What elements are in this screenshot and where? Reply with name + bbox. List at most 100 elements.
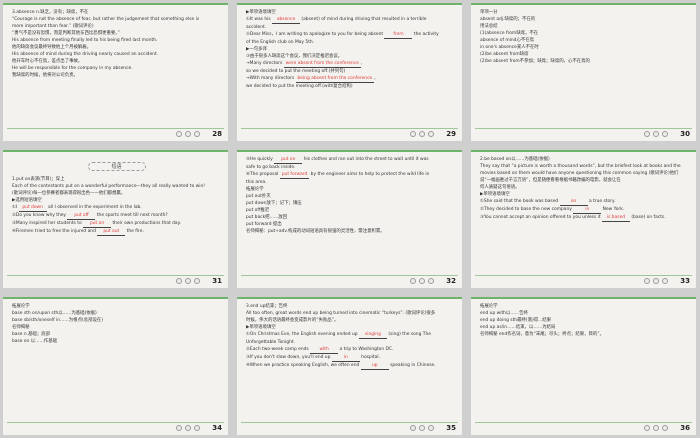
text-segment: 用法总结 bbox=[480, 24, 498, 29]
text-line: put off推迟 bbox=[246, 207, 455, 214]
home-dot-icon[interactable] bbox=[653, 425, 659, 431]
text-segment: ①On Christmas Eve, the English evening e… bbox=[246, 332, 359, 337]
slide-thumbnail-5[interactable]: ⑤He quickly put on his clothes and ran o… bbox=[237, 150, 462, 288]
home-dot-icon[interactable] bbox=[419, 278, 425, 284]
prev-dot-icon[interactable] bbox=[410, 425, 416, 431]
slide-content: 单项一分 absent adj.缺席的；不在的 用法总结 (1)absence fro… bbox=[480, 9, 689, 125]
text-line: 名师揭秘 end作名词，意为“末尾；尽头；终点；结果，目的”。 bbox=[480, 331, 689, 338]
text-segment: “Courage is not the absence of fear, but… bbox=[12, 17, 200, 22]
text-segment: a true story. bbox=[587, 199, 616, 204]
text-segment: put forward 提出 bbox=[246, 222, 282, 227]
text-line: They say that “a picture is worth a thou… bbox=[480, 163, 689, 170]
next-dot-icon[interactable] bbox=[662, 425, 668, 431]
slide-thumbnail-1[interactable]: 3.absence n.缺乏，没有；缺席，不在 “Courage is not t… bbox=[3, 3, 228, 141]
text-line: “勇气不是没有恐惧，而是判断其他东西比恐惧更重要。” bbox=[12, 30, 221, 37]
text-segment: ④When we practice speaking English, we o… bbox=[246, 363, 361, 368]
slide-content: 2.be based on以……为基础(依据) They say that “a … bbox=[480, 156, 689, 272]
footer-divider bbox=[241, 422, 458, 423]
text-segment: ▶选用短语填空 bbox=[12, 198, 42, 203]
text-segment: 说“一幅画胜过千言万语”，但是随便看看根据书籍改编的电影，就会让任 bbox=[480, 178, 621, 183]
home-dot-icon[interactable] bbox=[653, 278, 659, 284]
slide-thumbnail-2[interactable]: ▶单项语境填空 ①It was his absence (absent) of m… bbox=[237, 3, 462, 141]
prev-dot-icon[interactable] bbox=[176, 278, 182, 284]
text-segment: their own productions that day. bbox=[111, 221, 181, 226]
text-segment: 单项一分 bbox=[480, 10, 498, 15]
footer-divider bbox=[7, 275, 224, 276]
text-line: ▶单项语境填空 bbox=[480, 191, 689, 198]
text-segment: 何人质疑这句俗语。 bbox=[480, 185, 520, 190]
prev-dot-icon[interactable] bbox=[176, 425, 182, 431]
slide-thumbnail-7[interactable]: 拓展论学 base sth on/upon sth以……为基础(依据) base s… bbox=[3, 297, 228, 435]
text-line: put down放下；记下；镇压 bbox=[246, 200, 455, 207]
text-segment: base sb/sth/oneself in……为根点(总部设在) bbox=[12, 318, 103, 323]
text-line: put forward 提出 bbox=[246, 221, 455, 228]
next-dot-icon[interactable] bbox=[662, 131, 668, 137]
text-segment: hospital. bbox=[359, 355, 380, 360]
slide-thumbnail-4[interactable]: 短语 1.put on表演(节目)；穿上 Each of the contestan… bbox=[3, 150, 228, 288]
slide-thumbnail-3[interactable]: 单项一分 absent adj.缺席的；不在的 用法总结 (1)absence fro… bbox=[471, 3, 696, 141]
text-segment: the fire. bbox=[125, 229, 144, 234]
text-segment: a trip to Washington DC. bbox=[338, 347, 394, 352]
text-segment: end up with以……告终 bbox=[480, 311, 528, 316]
text-line: 1.put on表演(节目)；穿上 bbox=[12, 176, 221, 183]
text-line: 说“一幅画胜过千言万语”，但是随便看看根据书籍改编的电影，就会让任 bbox=[480, 177, 689, 184]
slide-thumbnail-9[interactable]: 拓展论学 end up with以……告终 end up doing sth最终(落… bbox=[471, 297, 696, 435]
text-segment: end up doing sth最终(落)得...结果 bbox=[480, 318, 552, 323]
prev-dot-icon[interactable] bbox=[410, 278, 416, 284]
text-line: of the English club on May 5th. bbox=[246, 39, 455, 46]
answer-blank: on bbox=[559, 198, 588, 206]
text-line: 用法总结 bbox=[480, 23, 689, 30]
slide-thumbnail-6[interactable]: 2.be based on以……为基础(依据) They say that “a … bbox=[471, 150, 696, 288]
text-line: ①She said that the book was based on a t… bbox=[480, 198, 689, 206]
prev-dot-icon[interactable] bbox=[644, 131, 650, 137]
home-dot-icon[interactable] bbox=[185, 425, 191, 431]
text-line: 我缺席的时候，他将对公司负责。 bbox=[12, 72, 221, 79]
home-dot-icon[interactable] bbox=[419, 425, 425, 431]
text-segment: ▶单项语境填空 bbox=[480, 192, 510, 197]
text-line: absent adj.缺席的；不在的 bbox=[480, 16, 689, 23]
text-line: end up as/in……结束，以……为结局 bbox=[480, 324, 689, 331]
next-dot-icon[interactable] bbox=[428, 131, 434, 137]
next-dot-icon[interactable] bbox=[428, 278, 434, 284]
prev-dot-icon[interactable] bbox=[644, 425, 650, 431]
text-segment: New York. bbox=[601, 207, 625, 212]
text-line: 拓展论学 bbox=[12, 303, 221, 310]
slide-number: 31 bbox=[212, 277, 222, 285]
text-line: (歌词评论)每一位参赛者都表现得很出色——他们都想赢。 bbox=[12, 190, 221, 197]
text-segment: ②They decided to base the new company bbox=[480, 207, 574, 212]
home-dot-icon[interactable] bbox=[185, 278, 191, 284]
slide-thumbnail-8[interactable]: 3.end up结束；告终 All too often, great words … bbox=[237, 297, 462, 435]
next-dot-icon[interactable] bbox=[194, 278, 200, 284]
next-dot-icon[interactable] bbox=[428, 425, 434, 431]
next-dot-icon[interactable] bbox=[194, 131, 200, 137]
slide-content: 拓展论学 base sth on/upon sth以……为基础(依据) base s… bbox=[12, 303, 221, 419]
text-line: ③If you don't slow down, you'll end up i… bbox=[246, 354, 455, 362]
prev-dot-icon[interactable] bbox=[644, 278, 650, 284]
prev-dot-icon[interactable] bbox=[410, 131, 416, 137]
text-segment: put off推迟 bbox=[246, 208, 270, 213]
footer-divider bbox=[7, 128, 224, 129]
text-line: 拓展论学 bbox=[246, 186, 455, 193]
answer-blank: absence bbox=[272, 16, 300, 24]
text-line: (1)absence from缺席，不在 bbox=[480, 30, 689, 37]
text-segment: by the engineer aims to help to protect … bbox=[309, 172, 430, 177]
home-dot-icon[interactable] bbox=[653, 131, 659, 137]
text-segment: more important than fear.” (歌词评论) bbox=[12, 24, 94, 29]
answer-blank: put forward bbox=[279, 172, 310, 179]
text-segment: ③由于很多人缺席这个会议，我们决定推迟会议。 bbox=[246, 54, 343, 59]
text-segment: (2)be absent from不参加；缺席；缺席的，心不在焉的 bbox=[480, 59, 590, 64]
home-dot-icon[interactable] bbox=[185, 131, 191, 137]
prev-dot-icon[interactable] bbox=[176, 131, 182, 137]
text-segment: They say that “a picture is worth a thou… bbox=[480, 164, 681, 169]
home-dot-icon[interactable] bbox=[419, 131, 425, 137]
text-segment: 拓展论学 bbox=[246, 187, 264, 192]
slide-content: 拓展论学 end up with以……告终 end up doing sth最终(落… bbox=[480, 303, 689, 419]
text-line: →With many directors being absent from t… bbox=[246, 75, 455, 83]
text-line: All too often, great words end up being … bbox=[246, 310, 455, 317]
text-line: put back把……放回 bbox=[246, 214, 455, 221]
text-segment: ⑥The proposal bbox=[246, 172, 280, 177]
text-line: more important than fear.” (歌词评论) bbox=[12, 23, 221, 30]
next-dot-icon[interactable] bbox=[194, 425, 200, 431]
text-line: ③由于很多人缺席这个会议，我们决定推迟会议。 bbox=[246, 53, 455, 60]
next-dot-icon[interactable] bbox=[662, 278, 668, 284]
